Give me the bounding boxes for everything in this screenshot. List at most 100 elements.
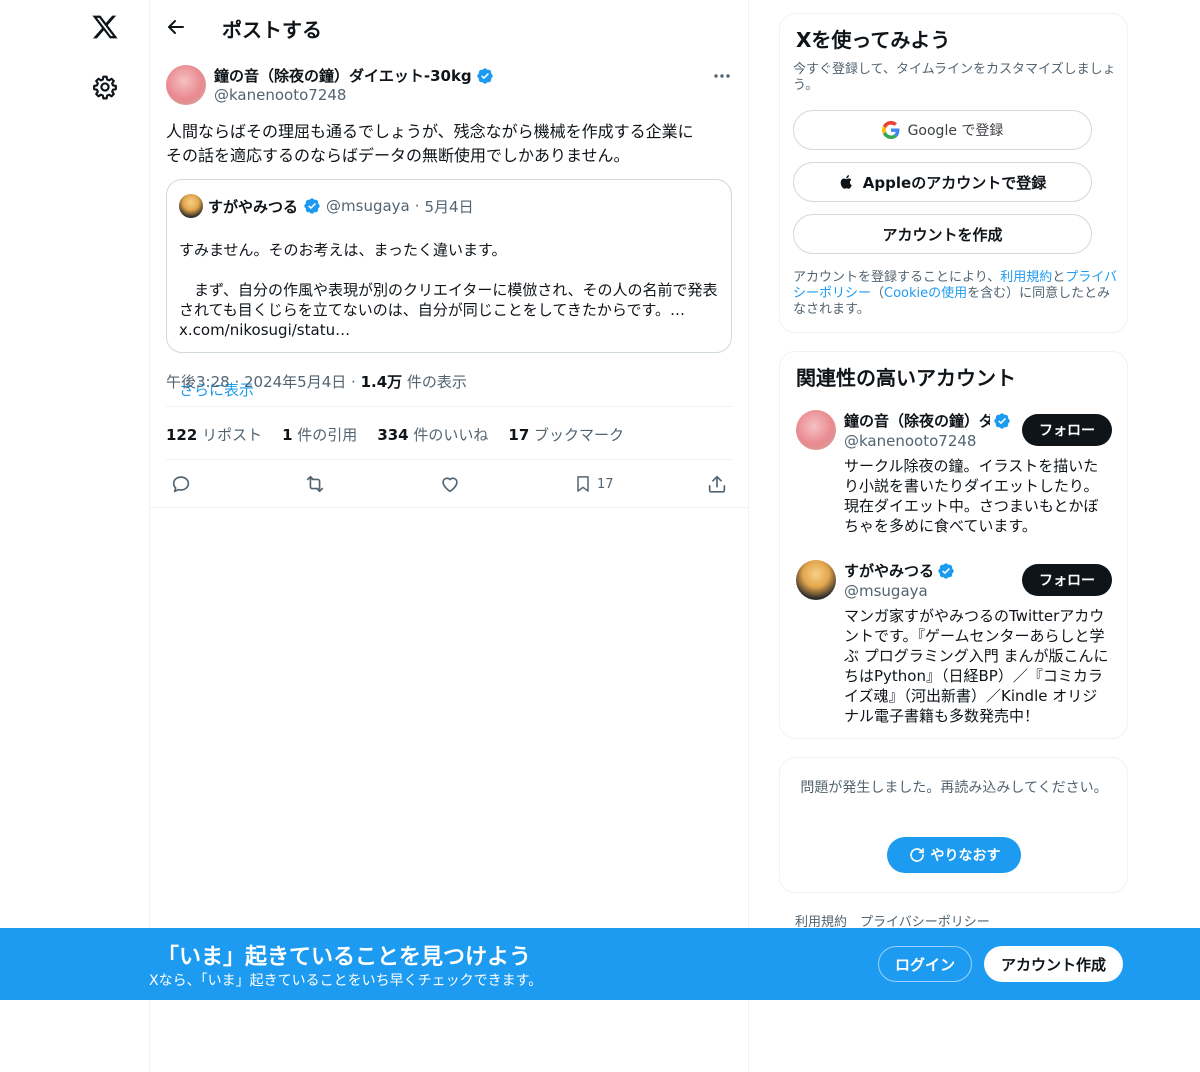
page-title: ポストする bbox=[222, 18, 322, 42]
signup-card: Xを使ってみよう 今すぐ登録して、タイムラインをカスタマイズしましょう。 Goo… bbox=[779, 13, 1128, 333]
create-account-label: アカウントを作成 bbox=[882, 225, 1003, 244]
x-logo-icon[interactable] bbox=[89, 10, 121, 44]
stat-label: 件のいいね bbox=[408, 426, 489, 444]
account-bio: マンガ家すがやみつるのTwitterアカウントです。『ゲームセンターあらしと学ぶ… bbox=[844, 607, 1109, 725]
left-nav bbox=[0, 0, 150, 1072]
follow-button[interactable]: フォロー bbox=[1022, 414, 1112, 446]
verified-badge-icon bbox=[476, 67, 493, 84]
more-options-icon[interactable] bbox=[710, 66, 734, 86]
stat-label: ブックマーク bbox=[529, 426, 625, 444]
account-name[interactable]: すがやみつる bbox=[844, 560, 934, 581]
legal-text: アカウントを登録することにより、 bbox=[793, 270, 1001, 285]
google-signup-button[interactable]: Google で登録 bbox=[793, 110, 1092, 150]
author-avatar[interactable] bbox=[166, 65, 206, 105]
signup-subtitle: 今すぐ登録して、タイムラインをカスタマイズしましょう。 bbox=[793, 62, 1116, 93]
views-count: 1.4万 bbox=[360, 373, 403, 391]
quoted-author-name: すがやみつる bbox=[208, 197, 299, 216]
account-name-row[interactable]: 鐘の音（除夜の鐘）ダイエット-30kg bbox=[844, 410, 1012, 431]
stat-label: 件の引用 bbox=[292, 426, 358, 444]
legal-text: と bbox=[1052, 270, 1066, 285]
related-title: 関連性の高いアカウント bbox=[796, 366, 1016, 390]
tweet-text-line: その話を適応するのならばデータの無断使用でしかありません。 bbox=[166, 146, 630, 165]
stat-label: リポスト bbox=[197, 426, 263, 444]
google-logo-icon bbox=[881, 121, 900, 139]
bookmark-count: 17 bbox=[597, 476, 614, 492]
share-icon bbox=[708, 475, 726, 493]
quoted-tweet-header: すがやみつる @msugaya · 5月4日 bbox=[179, 194, 474, 218]
verified-badge-icon bbox=[994, 412, 1010, 429]
error-message: 問題が発生しました。再読み込みしてください。 bbox=[800, 780, 1108, 796]
stat-count: 1 bbox=[282, 426, 293, 444]
header: ポストする bbox=[150, 0, 748, 54]
tweet-text-line: 人間ならばその理屈も通るでしょうが、残念ながら機械を作成する企業に bbox=[166, 122, 694, 141]
stat-likes[interactable]: 334 件のいいね bbox=[377, 424, 488, 445]
quoted-meta-separator: · bbox=[414, 197, 420, 215]
follow-button[interactable]: フォロー bbox=[1022, 564, 1112, 596]
quoted-tweet-text: すみません。そのお考えは、まったく違います。 まず、自分の作風や表現が別のクリエ… bbox=[179, 241, 718, 339]
tweet-stats: 122 リポスト 1 件の引用 334 件のいいね 17 ブックマーク bbox=[166, 424, 624, 445]
share-button[interactable] bbox=[706, 473, 728, 495]
tweet-date[interactable]: 2024年5月4日 bbox=[244, 373, 346, 391]
heart-icon bbox=[442, 477, 458, 493]
tweet-time[interactable]: 午後3:28 bbox=[166, 373, 230, 391]
stat-count: 122 bbox=[166, 426, 198, 444]
terms-link[interactable]: 利用規約 bbox=[1000, 270, 1052, 285]
apple-signup-button[interactable]: Appleのアカウントで登録 bbox=[793, 162, 1092, 202]
signup-legal: アカウントを登録することにより、利用規約とプライバシーポリシー（Cookieの使… bbox=[793, 270, 1121, 318]
tweet-actions: 17 bbox=[150, 470, 748, 498]
gear-icon[interactable] bbox=[92, 74, 118, 100]
bookmark-button[interactable]: 17 bbox=[573, 473, 614, 495]
author-name[interactable]: 鐘の音（除夜の鐘）ダイエット-30kg bbox=[214, 65, 472, 86]
quoted-author-avatar bbox=[179, 194, 203, 218]
account-handle[interactable]: @msugaya bbox=[844, 582, 928, 600]
cookie-link[interactable]: Cookieの使用 bbox=[884, 286, 967, 301]
repost-icon bbox=[306, 475, 324, 493]
stat-bookmarks[interactable]: 17 ブックマーク bbox=[508, 424, 624, 445]
create-account-button[interactable]: アカウントを作成 bbox=[793, 214, 1092, 254]
verified-badge-icon bbox=[304, 198, 320, 214]
google-signup-label: Google で登録 bbox=[907, 123, 1004, 139]
main-column: ポストする 鐘の音（除夜の鐘）ダイエット-30kg @kanenooto7248… bbox=[150, 0, 749, 1072]
stat-reposts[interactable]: 122 リポスト bbox=[166, 424, 262, 445]
verified-badge-icon bbox=[938, 562, 954, 579]
apple-signup-label: Appleのアカウントで登録 bbox=[862, 173, 1047, 192]
error-card: 問題が発生しました。再読み込みしてください。 やりなおす bbox=[779, 757, 1128, 893]
stat-count: 17 bbox=[508, 426, 530, 444]
meta-separator: · bbox=[346, 373, 361, 391]
related-accounts-card: 関連性の高いアカウント 鐘の音（除夜の鐘）ダイエット-30kg @kanenoo… bbox=[779, 351, 1128, 739]
stat-quotes[interactable]: 1 件の引用 bbox=[282, 424, 357, 445]
tweet-text: 人間ならばその理屈も通るでしょうが、残念ながら機械を作成する企業に その話を適応… bbox=[166, 120, 736, 168]
meta-separator: · bbox=[229, 373, 244, 391]
reply-icon bbox=[172, 476, 190, 493]
author-handle[interactable]: @kanenooto7248 bbox=[214, 86, 346, 104]
account-handle[interactable]: @kanenooto7248 bbox=[844, 432, 976, 450]
account-name-row[interactable]: すがやみつる bbox=[844, 560, 1012, 581]
reply-button[interactable] bbox=[170, 473, 192, 495]
signup-banner: 「いま」起きていることを見つけよう Xなら、「いま」起きていることをいち早くチェ… bbox=[0, 928, 1200, 1000]
author-name-row[interactable]: 鐘の音（除夜の鐘）ダイエット-30kg bbox=[214, 65, 494, 86]
tweet-meta: 午後3:28 · 2024年5月4日 · 1.4万 件の表示 bbox=[166, 371, 467, 392]
divider bbox=[166, 406, 732, 407]
related-account[interactable]: 鐘の音（除夜の鐘）ダイエット-30kg @kanenooto7248 サークル除… bbox=[796, 410, 1116, 540]
refresh-icon bbox=[909, 848, 924, 862]
quoted-tweet[interactable]: すがやみつる @msugaya · 5月4日 すみません。そのお考えは、まったく… bbox=[166, 179, 732, 399]
like-button[interactable] bbox=[439, 473, 461, 495]
avatar[interactable] bbox=[796, 410, 836, 450]
divider bbox=[150, 507, 748, 508]
account-name[interactable]: 鐘の音（除夜の鐘）ダイエット-30kg bbox=[844, 410, 990, 431]
related-account[interactable]: すがやみつる @msugaya マンガ家すがやみつるのTwitterアカウントで… bbox=[796, 560, 1116, 730]
repost-button[interactable] bbox=[303, 473, 327, 495]
quoted-author-handle: @msugaya bbox=[326, 197, 410, 215]
back-arrow-icon[interactable] bbox=[164, 15, 188, 39]
legal-text: （ bbox=[871, 286, 885, 301]
retry-button[interactable]: やりなおす bbox=[887, 837, 1021, 873]
login-button[interactable]: ログイン bbox=[878, 946, 972, 982]
bookmark-icon bbox=[577, 476, 589, 492]
banner-create-account-button[interactable]: アカウント作成 bbox=[984, 946, 1123, 982]
signup-title: Xを使ってみよう bbox=[796, 28, 951, 52]
banner-title: 「いま」起きていることを見つけよう bbox=[157, 945, 532, 970]
apple-logo-icon bbox=[840, 175, 852, 189]
avatar[interactable] bbox=[796, 560, 836, 600]
retry-label: やりなおす bbox=[930, 848, 1001, 864]
divider bbox=[166, 459, 732, 460]
